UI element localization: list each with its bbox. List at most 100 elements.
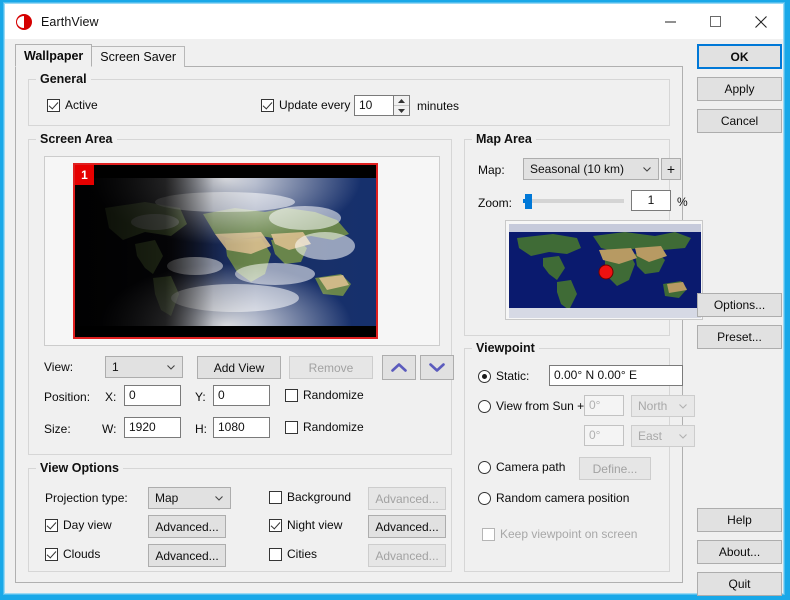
minutes-label: minutes <box>417 99 460 113</box>
viewpoint-static-radio-dot <box>478 369 491 383</box>
zoom-slider-thumb[interactable] <box>525 194 532 209</box>
background-checkbox-box <box>269 490 282 504</box>
add-map-button[interactable]: + <box>661 158 681 180</box>
cities-checkbox-label: Cities <box>287 547 318 561</box>
cancel-button[interactable]: Cancel <box>697 109 782 133</box>
size-randomize-checkbox-box <box>285 420 298 434</box>
keep-viewpoint-label: Keep viewpoint on screen <box>500 527 638 541</box>
help-button[interactable]: Help <box>697 508 782 532</box>
monitor-view-1[interactable]: 1 <box>73 163 378 339</box>
night-view-advanced-button[interactable]: Advanced... <box>368 515 446 538</box>
clouds-checkbox[interactable]: Clouds <box>45 547 100 561</box>
viewpoint-random-camera-radio-dot <box>478 491 491 505</box>
view-options-group-title: View Options <box>36 461 123 475</box>
earth-wallpaper-preview <box>75 178 376 326</box>
update-interval-spin-buttons[interactable] <box>394 95 410 116</box>
size-randomize-label: Randomize <box>303 420 364 434</box>
about-button-label: About... <box>718 545 761 559</box>
day-view-checkbox-box <box>45 518 58 532</box>
size-w-label: W: <box>102 422 117 436</box>
map-area-preview[interactable] <box>505 220 703 320</box>
zoom-input[interactable]: 1 <box>631 190 671 211</box>
world-map-thumbnail <box>509 224 701 318</box>
minimize-icon[interactable] <box>648 4 693 39</box>
add-view-button[interactable]: Add View <box>197 356 281 379</box>
quit-button[interactable]: Quit <box>697 572 782 596</box>
background-advanced-label: Advanced... <box>375 491 439 506</box>
earth-globe-icon <box>16 13 32 30</box>
viewpoint-random-camera-radio[interactable]: Random camera position <box>478 491 629 505</box>
clouds-checkbox-label: Clouds <box>63 547 101 561</box>
projection-type-select[interactable]: Map <box>148 487 231 509</box>
update-interval-spinner[interactable]: 10 <box>354 95 410 116</box>
screen-area-preview[interactable]: 1 <box>44 156 440 346</box>
position-x-label: X: <box>105 390 117 404</box>
ok-button-label: OK <box>730 49 749 64</box>
wallpaper-tab-page: General Active Update every 10 minutes S… <box>15 66 703 583</box>
size-randomize-checkbox[interactable]: Randomize <box>285 420 364 434</box>
viewpoint-sun-radio-dot <box>478 399 491 413</box>
position-x-input[interactable]: 0 <box>124 385 181 406</box>
update-interval-input[interactable]: 10 <box>354 95 394 116</box>
viewpoint-static-radio[interactable]: Static: <box>478 369 529 383</box>
size-w-input[interactable]: 1920 <box>124 417 181 438</box>
ok-button[interactable]: OK <box>697 44 782 69</box>
clouds-advanced-button[interactable]: Advanced... <box>148 544 226 567</box>
about-button[interactable]: About... <box>697 540 782 564</box>
side-button-column-middle: Options... Preset... <box>697 293 783 349</box>
cities-checkbox[interactable]: Cities <box>269 547 317 561</box>
close-icon[interactable] <box>738 4 783 39</box>
move-view-down-button[interactable] <box>420 355 454 380</box>
options-button[interactable]: Options... <box>697 293 782 317</box>
viewpoint-sun-angle2-input: 0° <box>584 425 624 446</box>
night-view-checkbox[interactable]: Night view <box>269 518 342 532</box>
viewpoint-sun-radio[interactable]: View from Sun + <box>478 399 584 413</box>
camera-path-define-label: Define... <box>592 461 638 476</box>
position-randomize-checkbox[interactable]: Randomize <box>285 388 364 402</box>
update-every-checkbox-box <box>261 98 274 112</box>
viewpoint-group-title: Viewpoint <box>472 341 539 355</box>
options-button-label: Options... <box>713 298 766 312</box>
day-view-checkbox[interactable]: Day view <box>45 518 112 532</box>
maximize-icon[interactable] <box>693 4 738 39</box>
position-y-input[interactable]: 0 <box>213 385 270 406</box>
remove-view-button: Remove <box>289 356 373 379</box>
map-area-group-title: Map Area <box>472 132 536 146</box>
night-view-checkbox-label: Night view <box>287 518 343 532</box>
viewpoint-sun-label: View from Sun + <box>496 399 585 413</box>
preset-button[interactable]: Preset... <box>697 325 782 349</box>
chevron-up-icon <box>391 363 407 372</box>
size-h-input[interactable]: 1080 <box>213 417 270 438</box>
night-view-checkbox-box <box>269 518 282 532</box>
window-title: EarthView <box>41 14 99 29</box>
cities-checkbox-box <box>269 547 282 561</box>
spin-up-icon[interactable] <box>394 96 409 106</box>
position-randomize-label: Randomize <box>303 388 364 402</box>
side-button-column-bottom: Help About... Quit <box>697 508 783 596</box>
map-select[interactable]: Seasonal (10 km) <box>523 158 659 180</box>
background-checkbox[interactable]: Background <box>269 490 351 504</box>
chevron-down-icon <box>215 496 223 501</box>
help-button-label: Help <box>727 513 752 527</box>
active-checkbox[interactable]: Active <box>47 98 98 112</box>
night-view-advanced-label: Advanced... <box>375 519 439 534</box>
window-controls <box>648 4 783 39</box>
zoom-slider[interactable] <box>523 192 624 210</box>
update-every-checkbox[interactable]: Update every <box>261 98 350 112</box>
tab-wallpaper[interactable]: Wallpaper <box>15 44 93 67</box>
add-view-button-label: Add View <box>213 360 265 375</box>
viewpoint-static-input[interactable]: 0.00° N 0.00° E <box>549 365 683 386</box>
chevron-down-icon <box>167 365 175 370</box>
side-button-column: OK Apply Cancel <box>697 44 783 141</box>
apply-button[interactable]: Apply <box>697 77 782 101</box>
viewpoint-camera-path-radio[interactable]: Camera path <box>478 460 565 474</box>
earthview-window: EarthView Wallpaper Screen Saver General <box>4 3 784 596</box>
day-view-advanced-button[interactable]: Advanced... <box>148 515 226 538</box>
tab-screen-saver[interactable]: Screen Saver <box>91 46 186 67</box>
move-view-up-button[interactable] <box>382 355 416 380</box>
view-select[interactable]: 1 <box>105 356 183 378</box>
spin-down-icon[interactable] <box>394 106 409 115</box>
general-group-title: General <box>36 72 91 86</box>
keep-viewpoint-checkbox: Keep viewpoint on screen <box>482 527 637 541</box>
viewpoint-random-camera-label: Random camera position <box>496 491 630 505</box>
